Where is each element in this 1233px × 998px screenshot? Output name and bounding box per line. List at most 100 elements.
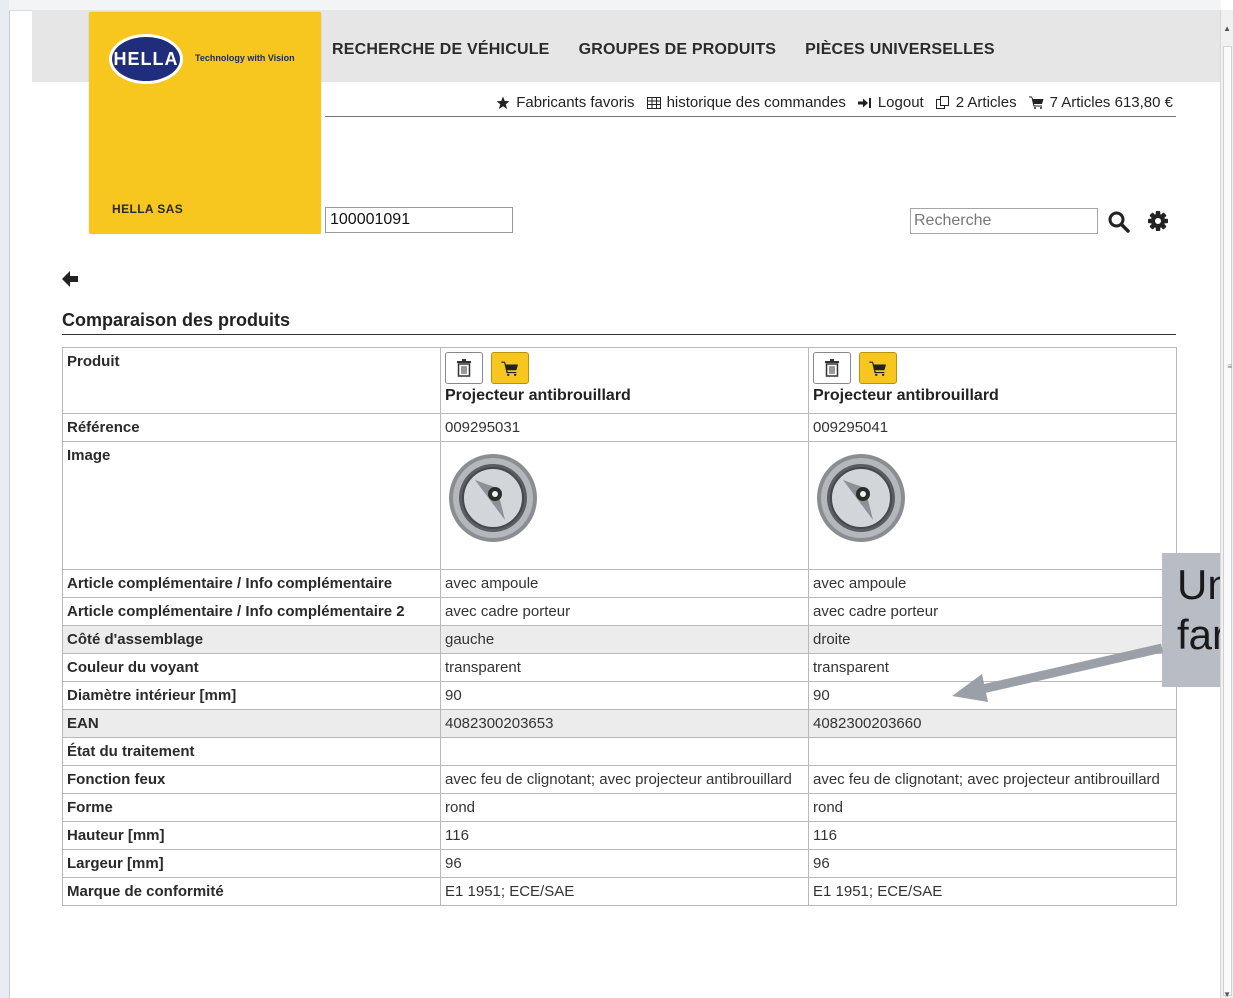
row-label: Image	[62, 441, 441, 570]
row-label: Couleur du voyant	[62, 653, 441, 682]
row-label: Marque de conformité	[62, 877, 441, 906]
row-value-1: avec cadre porteur	[440, 597, 809, 626]
cart-icon	[869, 361, 887, 376]
cart-link[interactable]: 7 Articles 613,80 €	[1028, 94, 1173, 111]
scroll-up-icon[interactable]: ▲	[1223, 24, 1231, 33]
logout-icon	[857, 97, 871, 108]
nav-vehicle-search[interactable]: RECHERCHE DE VÉHICULE	[332, 41, 550, 59]
row-value-1: 96	[440, 849, 809, 878]
browser-viewport: HELLA Technology with Vision HELLA SAS R…	[0, 0, 1233, 998]
scroll-thumb[interactable]	[1223, 46, 1232, 996]
cart-label: 7 Articles 613,80 €	[1049, 94, 1173, 111]
row-value-1: avec feu de clignotant; avec projecteur …	[440, 765, 809, 794]
row-value-2	[808, 737, 1177, 766]
product-cell: Projecteur antibrouillard	[808, 347, 1177, 414]
row-label: Article complémentaire / Info complément…	[62, 597, 441, 626]
user-navigation: Fabricants favoris historique des comman…	[496, 94, 1173, 111]
logout-link[interactable]: Logout	[857, 94, 924, 111]
row-label: État du traitement	[62, 737, 441, 766]
search-icon[interactable]	[1107, 210, 1131, 234]
row-label: EAN	[62, 709, 441, 738]
row-value-1: rond	[440, 793, 809, 822]
row-value-2: 009295041	[808, 413, 1177, 442]
nav-product-groups[interactable]: GROUPES DE PRODUITS	[579, 41, 777, 59]
table-row: Largeur [mm] 96 96	[62, 849, 1177, 878]
row-value-1: 4082300203653	[440, 709, 809, 738]
table-row: Fonction feux avec feu de clignotant; av…	[62, 765, 1177, 794]
table-row: Produit Projecteur antibrouillard Projec…	[62, 347, 1177, 414]
logo-text: HELLA	[113, 48, 179, 69]
order-history-link[interactable]: historique des commandes	[646, 94, 846, 111]
vertical-scrollbar[interactable]: ▲ ≡ ▼	[1220, 10, 1233, 998]
nav-universal-parts[interactable]: PIÈCES UNIVERSELLES	[805, 41, 995, 59]
table-row: Article complémentaire / Info complément…	[62, 569, 1177, 598]
row-label: Côté d'assemblage	[62, 625, 441, 654]
star-icon	[496, 96, 510, 109]
row-value-2: E1 1951; ECE/SAE	[808, 877, 1177, 906]
delete-button[interactable]	[813, 352, 851, 384]
table-row: État du traitement	[62, 737, 1177, 766]
gear-icon[interactable]	[1147, 210, 1169, 232]
table-row: EAN 4082300203653 4082300203660	[62, 709, 1177, 738]
product-actions	[445, 352, 804, 384]
row-label: Largeur [mm]	[62, 849, 441, 878]
page-title: Comparaison des produits	[62, 310, 291, 330]
table-row: Image	[62, 441, 1177, 570]
row-label: Fonction feux	[62, 765, 441, 794]
reference-input[interactable]	[325, 207, 513, 233]
fog-lamp-image[interactable]	[813, 450, 909, 546]
row-label: Article complémentaire / Info complément…	[62, 569, 441, 598]
annotation-line-2: far	[1177, 611, 1227, 658]
scroll-grip-icon: ≡	[1227, 362, 1232, 371]
trash-icon	[457, 359, 471, 377]
hella-logo-block[interactable]: HELLA Technology with Vision HELLA SAS	[89, 12, 321, 234]
table-icon	[646, 96, 661, 109]
trash-icon	[825, 359, 839, 377]
favorites-link[interactable]: Fabricants favoris	[496, 94, 635, 111]
order-history-label: historique des commandes	[666, 94, 846, 111]
row-value-2: 4082300203660	[808, 709, 1177, 738]
compare-link[interactable]: 2 Articles	[935, 94, 1017, 111]
annotation-arrow-icon	[952, 643, 1164, 702]
row-label: Forme	[62, 793, 441, 822]
row-value-1: avec ampoule	[440, 569, 809, 598]
usernav-divider	[325, 116, 1176, 117]
row-value-1: gauche	[440, 625, 809, 654]
product-image-cell	[808, 441, 1177, 570]
window-left-border	[0, 0, 10, 998]
row-value-2: rond	[808, 793, 1177, 822]
row-label: Produit	[62, 347, 441, 414]
row-value-2: avec feu de clignotant; avec projecteur …	[808, 765, 1177, 794]
row-value-2: 116	[808, 821, 1177, 850]
table-row: Référence 009295031 009295041	[62, 413, 1177, 442]
row-label: Diamètre intérieur [mm]	[62, 681, 441, 710]
search-input[interactable]	[910, 208, 1098, 234]
table-row: Hauteur [mm] 116 116	[62, 821, 1177, 850]
copy-icon	[935, 95, 949, 109]
row-value-1: transparent	[440, 653, 809, 682]
add-to-cart-button[interactable]	[491, 352, 529, 384]
logo-tagline: Technology with Vision	[195, 53, 295, 63]
delete-button[interactable]	[445, 352, 483, 384]
cart-icon	[1028, 96, 1044, 109]
table-row: Marque de conformité E1 1951; ECE/SAE E1…	[62, 877, 1177, 906]
logout-label: Logout	[877, 94, 924, 111]
product-actions	[813, 352, 1172, 384]
product-name: Projecteur antibrouillard	[813, 387, 999, 404]
title-divider	[62, 334, 1176, 335]
favorites-label: Fabricants favoris	[516, 94, 635, 111]
add-to-cart-button[interactable]	[859, 352, 897, 384]
row-label: Hauteur [mm]	[62, 821, 441, 850]
scroll-down-icon[interactable]: ▼	[1223, 990, 1231, 998]
fog-lamp-image[interactable]	[445, 450, 541, 546]
main-navigation: RECHERCHE DE VÉHICULE GROUPES DE PRODUIT…	[332, 41, 995, 59]
row-value-1: 116	[440, 821, 809, 850]
row-value-1	[440, 737, 809, 766]
row-value-2: 96	[808, 849, 1177, 878]
row-label: Référence	[62, 413, 441, 442]
row-value-1: 90	[440, 681, 809, 710]
row-value-1: E1 1951; ECE/SAE	[440, 877, 809, 906]
compare-label: 2 Articles	[955, 94, 1017, 111]
back-arrow-icon[interactable]	[62, 270, 80, 288]
row-value-1: 009295031	[440, 413, 809, 442]
